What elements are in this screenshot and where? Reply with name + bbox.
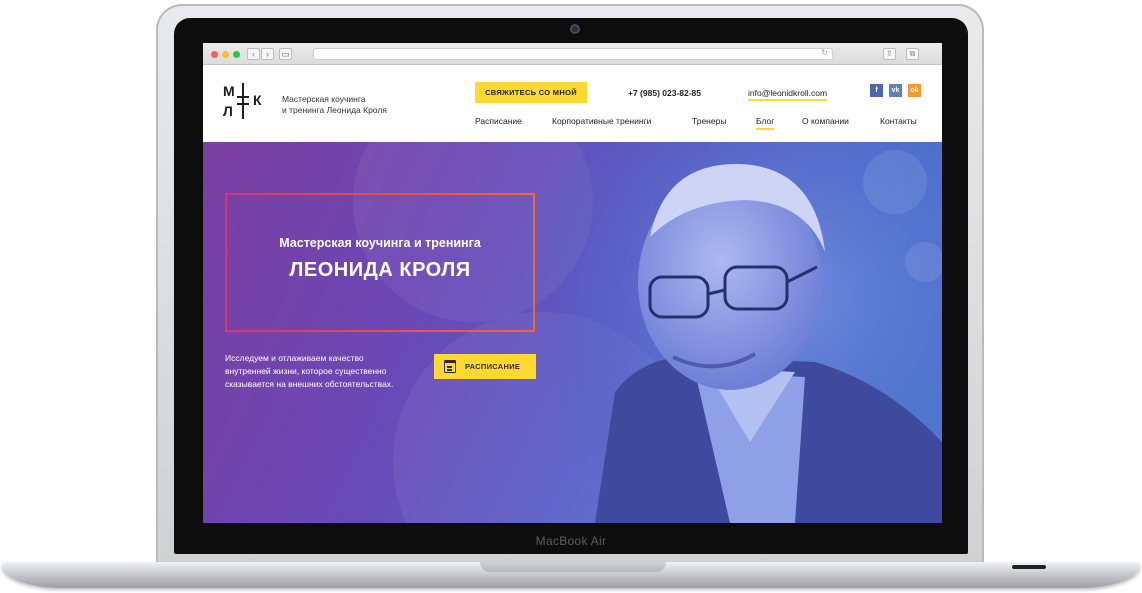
laptop-notch bbox=[480, 562, 666, 572]
close-window-button[interactable] bbox=[211, 51, 218, 58]
hero-subtitle: Мастерская коучинга и тренинга bbox=[279, 236, 481, 250]
address-bar[interactable]: ↻ bbox=[313, 48, 833, 60]
portrait-image bbox=[555, 142, 942, 523]
tagline: Мастерская коучинга и тренинга Леонида К… bbox=[282, 94, 422, 116]
hero-description-line: внутренней жизни, которое существенно bbox=[225, 366, 387, 376]
site-header: М Л К Мастерская коучинга и тренинга Лео… bbox=[203, 65, 942, 142]
email-link[interactable]: info@leonidkroll.com bbox=[748, 88, 828, 101]
minimize-window-button[interactable] bbox=[222, 51, 229, 58]
nav-item-contacts[interactable]: Контакты bbox=[880, 116, 917, 126]
share-icon[interactable]: ⇪ bbox=[883, 48, 896, 60]
camera-icon bbox=[570, 24, 580, 34]
back-icon[interactable]: ‹ bbox=[247, 48, 260, 60]
nav-item-blog[interactable]: Блог bbox=[756, 116, 775, 130]
logo[interactable]: М Л К bbox=[223, 81, 269, 121]
hero-description-line: Исследуем и отлаживаем качество bbox=[225, 353, 364, 363]
vkontakte-icon[interactable]: vk bbox=[889, 84, 902, 97]
browser-toolbar: ‹ › ▭ ↻ ⇪ ⧉ bbox=[203, 43, 942, 65]
forward-icon[interactable]: › bbox=[261, 48, 274, 60]
logo-letter-k: К bbox=[253, 92, 262, 108]
logo-bar bbox=[237, 96, 249, 98]
tabs-icon[interactable]: ⧉ bbox=[906, 48, 919, 60]
nav-item-about[interactable]: О компании bbox=[802, 116, 849, 126]
hero-title: ЛЕОНИДА КРОЛЯ bbox=[289, 259, 471, 281]
contact-me-button[interactable]: СВЯЖИТЕСЬ СО МНОЙ bbox=[475, 82, 587, 103]
laptop-foot bbox=[1012, 565, 1046, 569]
zoom-window-button[interactable] bbox=[233, 51, 240, 58]
tagline-line: и тренинга Леонида Кроля bbox=[282, 105, 387, 115]
logo-letter-l: Л bbox=[223, 103, 233, 119]
nav-item-schedule[interactable]: Расписание bbox=[475, 116, 522, 126]
hero-section: Мастерская коучинга и тренинга ЛЕОНИДА К… bbox=[203, 142, 942, 523]
logo-bar bbox=[242, 83, 244, 119]
odnoklassniki-icon[interactable]: ok bbox=[908, 84, 921, 97]
main-nav: Расписание Корпоративные тренинги Тренер… bbox=[475, 116, 935, 130]
laptop-model-label: MacBook Air bbox=[535, 534, 607, 548]
logo-bar bbox=[237, 103, 249, 105]
hero-description: Исследуем и отлаживаем качество внутренн… bbox=[225, 352, 425, 391]
browser-window: ‹ › ▭ ↻ ⇪ ⧉ М Л К Мастерская коучинга и … bbox=[203, 43, 942, 523]
logo-letter-m: М bbox=[223, 83, 235, 99]
hero-description-line: сказывается на внешних обстоятельствах. bbox=[225, 379, 394, 389]
calendar-icon bbox=[444, 360, 456, 373]
sidebar-icon[interactable]: ▭ bbox=[279, 48, 292, 60]
phone-link[interactable]: +7 (985) 023-82-85 bbox=[628, 88, 701, 98]
nav-item-corporate-trainings[interactable]: Корпоративные тренинги bbox=[552, 116, 651, 126]
tagline-line: Мастерская коучинга bbox=[282, 94, 366, 104]
nav-item-trainers[interactable]: Тренеры bbox=[692, 116, 726, 126]
reload-icon[interactable]: ↻ bbox=[821, 48, 828, 57]
schedule-button-label: РАСПИСАНИЕ bbox=[465, 362, 521, 371]
facebook-icon[interactable]: f bbox=[870, 84, 883, 97]
schedule-button[interactable]: РАСПИСАНИЕ bbox=[434, 354, 536, 379]
